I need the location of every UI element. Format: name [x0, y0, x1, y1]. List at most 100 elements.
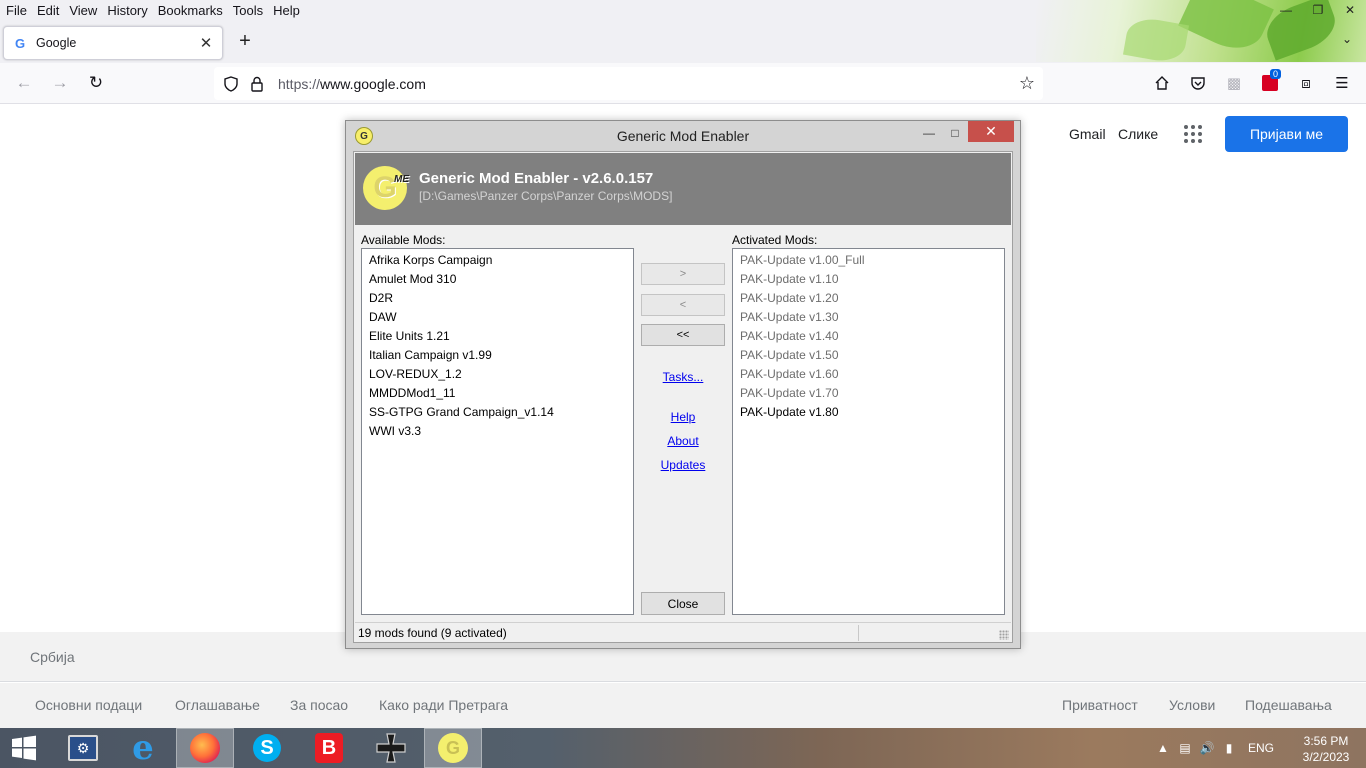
tasks-link[interactable]: Tasks...	[641, 370, 725, 384]
about-link[interactable]: About	[641, 434, 725, 448]
show-hidden-icons-chevron-icon[interactable]: ▲	[1152, 741, 1174, 755]
extension-badge-icon[interactable]: 0	[1260, 69, 1282, 93]
list-item[interactable]: PAK-Update v1.60	[740, 365, 1004, 384]
new-tab-button[interactable]: +	[234, 30, 256, 52]
tab-google[interactable]: G Google ✕	[3, 26, 223, 60]
tab-close-icon[interactable]: ✕	[198, 34, 214, 52]
deactivate-mod-button[interactable]: <	[641, 294, 725, 316]
gmail-link[interactable]: Gmail	[1069, 126, 1106, 142]
back-button[interactable]: ←	[12, 71, 36, 95]
list-item[interactable]: PAK-Update v1.50	[740, 346, 1004, 365]
list-item[interactable]: PAK-Update v1.00_Full	[740, 251, 1004, 270]
hamburger-menu-icon[interactable]: ☰	[1332, 73, 1352, 93]
country-label: Србија	[30, 649, 75, 665]
window-close-button[interactable]: ✕	[1334, 0, 1366, 20]
menu-tools[interactable]: Tools	[228, 3, 268, 18]
firefox-icon[interactable]	[176, 728, 234, 768]
reload-button[interactable]: ↻	[84, 71, 108, 95]
status-separator	[858, 625, 859, 641]
gme-close-window-button[interactable]: ✕	[968, 121, 1014, 142]
network-monitor-app-icon[interactable]: ⚙	[54, 728, 112, 768]
gme-minimize-button[interactable]: —	[916, 123, 942, 143]
list-item[interactable]: PAK-Update v1.30	[740, 308, 1004, 327]
panzer-corps-cross-icon[interactable]	[362, 728, 420, 768]
google-apps-grid-icon[interactable]	[1184, 125, 1202, 143]
volume-icon[interactable]: 🔊	[1196, 741, 1218, 755]
menu-bookmarks[interactable]: Bookmarks	[153, 3, 228, 18]
activated-mods-list[interactable]: PAK-Update v1.00_Full PAK-Update v1.10 P…	[732, 248, 1005, 615]
footer-link-privacy[interactable]: Приватност	[1062, 697, 1138, 713]
list-item[interactable]: Elite Units 1.21	[369, 327, 633, 346]
list-item[interactable]: PAK-Update v1.40	[740, 327, 1004, 346]
gme-titlebar[interactable]: G Generic Mod Enabler — □ ✕	[346, 121, 1020, 151]
close-button[interactable]: Close	[641, 592, 725, 615]
menu-view[interactable]: View	[64, 3, 102, 18]
restore-button[interactable]: ❐	[1302, 0, 1334, 20]
list-item[interactable]: LOV-REDUX_1.2	[369, 365, 633, 384]
images-link[interactable]: Слике	[1118, 126, 1158, 142]
list-item[interactable]: Amulet Mod 310	[369, 270, 633, 289]
list-item[interactable]: DAW	[369, 308, 633, 327]
menu-edit[interactable]: Edit	[32, 3, 64, 18]
footer-link-terms[interactable]: Услови	[1169, 697, 1215, 713]
footer-link-about[interactable]: Основни подаци	[35, 697, 142, 713]
list-item[interactable]: PAK-Update v1.20	[740, 289, 1004, 308]
updates-link[interactable]: Updates	[641, 458, 725, 472]
footer-link-settings[interactable]: Подешавања	[1245, 697, 1332, 713]
gme-client-area: G ME Generic Mod Enabler - v2.6.0.157 [D:…	[353, 151, 1013, 643]
resize-grip-icon[interactable]	[999, 630, 1009, 640]
forward-button[interactable]: →	[48, 71, 72, 95]
pocket-icon[interactable]	[1188, 73, 1208, 93]
footer-links: Основни подаци Оглашавање За посао Како …	[0, 683, 1366, 728]
gme-taskbar-icon[interactable]: G	[424, 728, 482, 768]
activate-mod-button[interactable]: >	[641, 263, 725, 285]
footer-link-business[interactable]: За посао	[290, 697, 348, 713]
list-item[interactable]: PAK-Update v1.80	[740, 403, 1004, 422]
input-language[interactable]: ENG	[1248, 741, 1274, 755]
window-controls: — ❐ ✕	[1270, 0, 1366, 20]
list-item[interactable]: Italian Campaign v1.99	[369, 346, 633, 365]
menu-help[interactable]: Help	[268, 3, 305, 18]
bookmark-star-icon[interactable]: ☆	[1019, 73, 1035, 94]
skype-icon[interactable]: S	[238, 728, 296, 768]
tracking-protection-shield-icon[interactable]	[222, 75, 240, 93]
picture-icon[interactable]: ▩	[1224, 73, 1244, 93]
lock-icon[interactable]	[248, 75, 266, 93]
network-icon[interactable]: ▤	[1174, 741, 1196, 755]
footer-link-advertising[interactable]: Оглашавање	[175, 697, 260, 713]
address-bar[interactable]: https://www.google.com ☆	[214, 67, 1043, 100]
tab-list-chevron-icon[interactable]: ⌄	[1342, 32, 1356, 46]
list-item[interactable]: PAK-Update v1.70	[740, 384, 1004, 403]
gme-maximize-button[interactable]: □	[942, 123, 968, 143]
help-link[interactable]: Help	[641, 410, 725, 424]
gme-window: G Generic Mod Enabler — □ ✕ G ME Generic …	[345, 120, 1021, 649]
deactivate-all-button[interactable]: <<	[641, 324, 725, 346]
list-item[interactable]: WWI v3.3	[369, 422, 633, 441]
google-favicon-icon: G	[14, 35, 26, 51]
footer-link-how-search-works[interactable]: Како ради Претрага	[379, 697, 508, 713]
menu-history[interactable]: History	[102, 3, 152, 18]
extensions-puzzle-icon[interactable]: ⧈	[1296, 73, 1316, 93]
battery-icon[interactable]: ▮	[1218, 741, 1240, 755]
list-item[interactable]: PAK-Update v1.10	[740, 270, 1004, 289]
sign-in-button[interactable]: Пријави ме	[1225, 116, 1348, 152]
home-icon[interactable]	[1152, 73, 1172, 93]
list-item[interactable]: Afrika Korps Campaign	[369, 251, 633, 270]
available-mods-list[interactable]: Afrika Korps Campaign Amulet Mod 310 D2R…	[361, 248, 634, 615]
list-item[interactable]: D2R	[369, 289, 633, 308]
start-button[interactable]	[0, 728, 48, 768]
available-mods-label: Available Mods:	[361, 233, 446, 247]
tab-title: Google	[36, 36, 77, 50]
internet-explorer-icon[interactable]: e	[114, 728, 172, 768]
minimize-button[interactable]: —	[1270, 0, 1302, 20]
status-text: 19 mods found (9 activated)	[358, 626, 507, 640]
clock[interactable]: 3:56 PM 3/2/2023	[1296, 733, 1356, 765]
bitdefender-icon[interactable]: B	[300, 728, 358, 768]
gme-app-title: Generic Mod Enabler - v2.6.0.157	[419, 170, 654, 187]
list-item[interactable]: MMDDMod1_11	[369, 384, 633, 403]
menu-file[interactable]: File	[2, 3, 32, 18]
navigation-toolbar: ← → ↻ https://www.google.com ☆ ▩ 0 ⧈ ☰	[0, 63, 1366, 104]
list-item[interactable]: SS-GTPG Grand Campaign_v1.14	[369, 403, 633, 422]
gme-mods-path: [D:\Games\Panzer Corps\Panzer Corps\MODS…	[419, 189, 673, 203]
browser-chrome: File Edit View History Bookmarks Tools H…	[0, 0, 1366, 104]
